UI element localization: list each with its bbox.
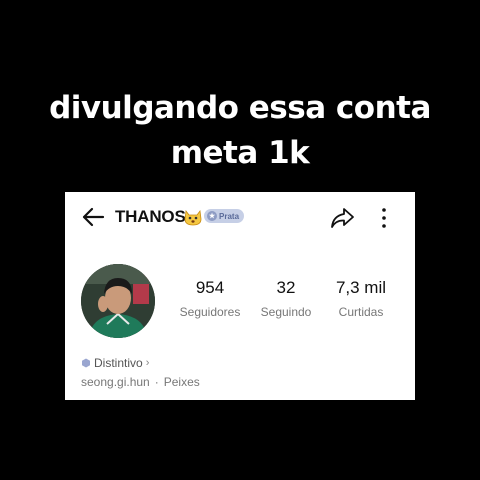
profile-header: THANOS ★ Prata — [65, 202, 415, 232]
followers-label: Seguidores — [179, 305, 241, 319]
profile-meta: seong.gi.hun · Peixes — [81, 375, 200, 389]
following-count: 32 — [276, 278, 296, 297]
stat-followers[interactable]: 954 Seguidores — [170, 278, 250, 319]
stat-likes: 7,3 mil Curtidas — [321, 278, 401, 319]
profile-card: THANOS ★ Prata 954 Seguidores 32 Seguind… — [65, 192, 415, 400]
likes-count: 7,3 mil — [335, 278, 387, 297]
badge-icon: ★ — [207, 211, 217, 221]
avatar[interactable] — [81, 264, 155, 338]
distintivo-link[interactable]: Distintivo › — [81, 356, 149, 370]
stat-following[interactable]: 32 Seguindo — [246, 278, 326, 319]
cat-face-icon — [184, 209, 202, 226]
profile-handle: seong.gi.hun — [81, 375, 150, 389]
followers-count: 954 — [195, 278, 225, 297]
following-label: Seguindo — [260, 305, 312, 319]
profile-sign: Peixes — [163, 375, 200, 389]
badge-prata[interactable]: ★ Prata — [204, 209, 245, 223]
distintivo-icon — [82, 358, 90, 368]
badge-label: Prata — [219, 211, 240, 221]
chevron-right-icon: › — [145, 357, 150, 369]
caption-line-2: meta 1k — [170, 135, 310, 171]
more-options-icon[interactable] — [379, 206, 389, 230]
avatar-image — [81, 264, 155, 338]
likes-label: Curtidas — [338, 305, 384, 319]
share-icon[interactable] — [329, 206, 355, 230]
separator-dot: · — [154, 375, 159, 389]
profile-username: THANOS — [115, 207, 186, 226]
distintivo-label: Distintivo — [94, 356, 143, 370]
back-arrow-icon[interactable] — [81, 207, 105, 227]
caption-line-1: divulgando essa conta — [49, 90, 431, 126]
